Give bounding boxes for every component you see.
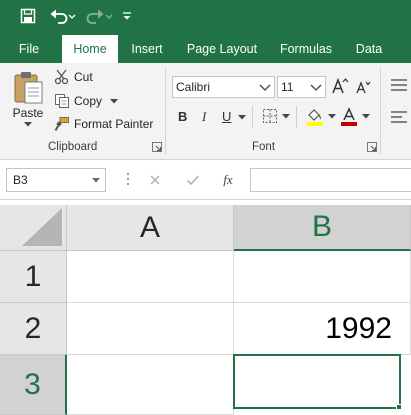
cancel-entry-button[interactable] <box>144 170 166 190</box>
increase-font-icon <box>332 77 349 94</box>
tab-data[interactable]: Data <box>350 35 388 63</box>
copy-icon <box>55 94 69 108</box>
font-group-label: Font <box>252 141 276 153</box>
cell-b1[interactable] <box>234 251 411 303</box>
tab-home[interactable]: Home <box>62 35 118 65</box>
align-top-icon[interactable] <box>390 78 408 92</box>
tab-insert[interactable]: Insert <box>124 35 170 63</box>
confirm-entry-button[interactable] <box>182 170 204 190</box>
checkmark-icon <box>186 175 200 186</box>
tab-page-layout[interactable]: Page Layout <box>182 35 262 63</box>
font-color-icon <box>341 107 357 126</box>
clipboard-launcher-icon[interactable] <box>152 142 162 152</box>
cut-button[interactable]: Cut <box>54 69 93 85</box>
decrease-font-size-button[interactable] <box>355 79 371 95</box>
cell-b3-active[interactable] <box>233 354 401 409</box>
copy-button[interactable]: Copy <box>54 93 119 109</box>
column-header-b[interactable]: B <box>234 205 411 251</box>
column-header-a[interactable]: A <box>67 205 234 251</box>
row-header-2[interactable]: 2 <box>0 303 67 355</box>
fill-color-button[interactable] <box>306 107 336 126</box>
cut-label: Cut <box>74 70 93 84</box>
cell-a2[interactable] <box>67 303 234 355</box>
italic-button[interactable]: I <box>202 109 206 125</box>
name-box[interactable]: B3 <box>6 168 106 192</box>
tab-formulas[interactable]: Formulas <box>274 35 338 63</box>
format-painter-button[interactable]: Format Painter <box>54 116 153 132</box>
chevron-down-icon <box>282 113 290 118</box>
font-size-value: 11 <box>281 80 294 94</box>
formula-input[interactable] <box>250 168 411 192</box>
borders-button[interactable] <box>262 108 290 124</box>
save-icon[interactable] <box>16 4 40 28</box>
copy-label: Copy <box>74 94 103 108</box>
borders-icon <box>263 109 277 123</box>
formula-bar-splitter[interactable] <box>126 168 129 192</box>
group-divider <box>296 106 297 128</box>
paste-label: Paste <box>12 106 44 120</box>
redo-icon[interactable] <box>84 4 114 28</box>
chevron-down-icon <box>362 114 370 119</box>
paintbrush-icon <box>54 117 69 131</box>
tab-file[interactable]: File <box>8 35 50 63</box>
select-all-triangle-icon <box>22 208 62 246</box>
paste-button[interactable]: Paste <box>12 70 44 127</box>
chevron-down-icon <box>92 178 100 183</box>
undo-icon[interactable] <box>48 4 78 28</box>
chevron-down-icon[interactable] <box>238 115 246 120</box>
font-family-value: Calibri <box>176 80 211 94</box>
clipboard-group-label: Clipboard <box>48 141 98 153</box>
increase-font-size-button[interactable] <box>331 77 349 95</box>
fill-handle[interactable] <box>396 404 402 410</box>
align-left-icon[interactable] <box>390 110 408 124</box>
cell-a3[interactable] <box>67 355 234 415</box>
row-header-1[interactable]: 1 <box>0 251 67 303</box>
font-color-button[interactable] <box>340 107 370 126</box>
paint-bucket-icon <box>307 109 323 126</box>
customize-qat-icon[interactable] <box>119 4 135 28</box>
bold-button[interactable]: B <box>178 109 187 124</box>
name-box-value: B3 <box>13 173 28 187</box>
underline-button[interactable]: U <box>222 109 231 124</box>
chevron-down-icon <box>310 84 322 91</box>
decrease-font-icon <box>356 81 371 94</box>
cell-a1[interactable] <box>67 251 234 303</box>
font-size-dropdown[interactable]: 11 <box>277 76 326 98</box>
paste-icon <box>14 72 43 104</box>
close-icon <box>150 175 160 185</box>
font-color-swatch <box>341 122 357 126</box>
chevron-down-icon <box>24 122 32 127</box>
insert-function-button[interactable]: fx <box>217 170 239 190</box>
font-launcher-icon[interactable] <box>367 142 377 152</box>
group-divider <box>380 68 381 154</box>
chevron-down-icon <box>110 98 119 103</box>
group-divider <box>252 106 253 128</box>
select-all-corner[interactable] <box>0 205 67 251</box>
row-header-3[interactable]: 3 <box>0 355 67 415</box>
cell-b2[interactable]: 1992 <box>234 303 411 355</box>
fill-color-swatch <box>307 122 323 126</box>
font-family-dropdown[interactable]: Calibri <box>172 76 275 98</box>
format-painter-label: Format Painter <box>74 117 154 131</box>
group-divider <box>165 68 166 154</box>
chevron-down-icon <box>259 84 271 91</box>
scissors-icon <box>54 69 69 85</box>
chevron-down-icon <box>328 114 336 119</box>
